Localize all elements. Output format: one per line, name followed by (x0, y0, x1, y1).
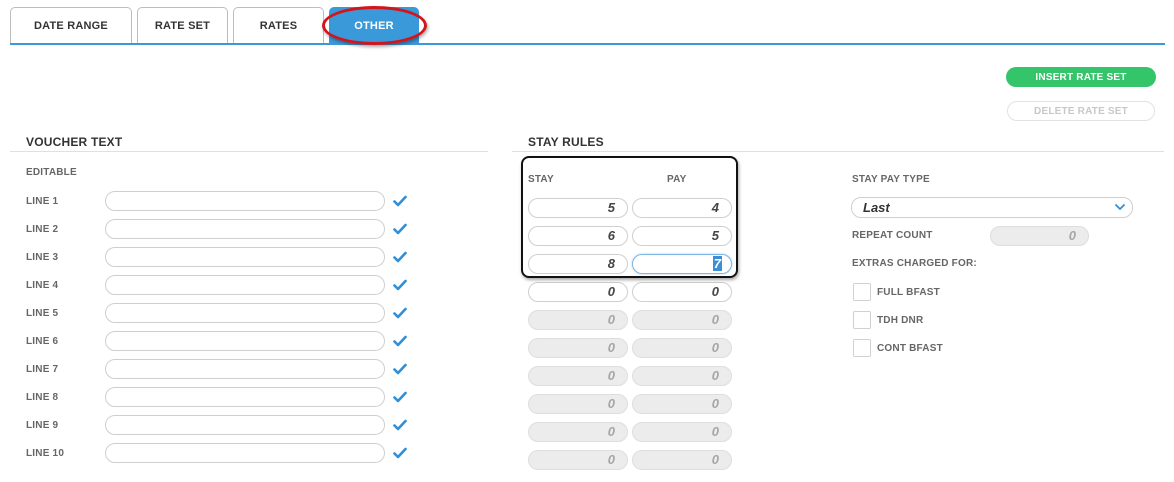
check-icon (393, 363, 407, 375)
extras-checkbox[interactable] (853, 283, 871, 301)
tab-date-range[interactable]: DATE RANGE (10, 7, 132, 44)
voucher-line-editable-checkbox[interactable] (392, 249, 408, 265)
pay-input[interactable]: 0 (632, 422, 732, 442)
pay-input[interactable]: 0 (632, 310, 732, 330)
tab-rates[interactable]: RATES (233, 7, 324, 44)
voucher-line-input[interactable] (105, 359, 385, 379)
voucher-line-editable-checkbox[interactable] (392, 193, 408, 209)
voucher-line-label: LINE 10 (26, 448, 65, 459)
delete-rate-set-button[interactable]: DELETE RATE SET (1007, 101, 1155, 121)
voucher-line-input[interactable] (105, 191, 385, 211)
extras-label: TDH DNR (877, 315, 924, 326)
stay-input[interactable]: 0 (528, 422, 628, 442)
stay-input[interactable]: 0 (528, 394, 628, 414)
voucher-line-label: LINE 3 (26, 252, 59, 263)
pay-input[interactable]: 0 (632, 366, 732, 386)
check-icon (393, 251, 407, 263)
repeat-count-label: REPEAT COUNT (852, 230, 933, 241)
check-icon (393, 391, 407, 403)
stay-rules-title: STAY RULES (528, 135, 604, 149)
voucher-line-label: LINE 8 (26, 392, 59, 403)
stay-input[interactable]: 8 (528, 254, 628, 274)
check-icon (393, 307, 407, 319)
stay-pay-type-value: Last (863, 200, 890, 215)
stay-input[interactable]: 0 (528, 450, 628, 470)
voucher-line-label: LINE 9 (26, 420, 59, 431)
pay-input[interactable]: 0 (632, 282, 732, 302)
voucher-line-input[interactable] (105, 443, 385, 463)
pay-input[interactable]: 0 (632, 338, 732, 358)
stay-input[interactable]: 5 (528, 198, 628, 218)
voucher-line-label: LINE 2 (26, 224, 59, 235)
repeat-count-input[interactable]: 0 (990, 226, 1089, 246)
extras-label: FULL BFAST (877, 287, 940, 298)
voucher-line-editable-checkbox[interactable] (392, 333, 408, 349)
voucher-line-editable-checkbox[interactable] (392, 277, 408, 293)
check-icon (393, 447, 407, 459)
tab-rate-set[interactable]: RATE SET (137, 7, 228, 44)
insert-rate-set-button[interactable]: INSERT RATE SET (1006, 67, 1156, 87)
voucher-line-editable-checkbox[interactable] (392, 445, 408, 461)
stay-input[interactable]: 0 (528, 282, 628, 302)
stay-pay-type-label: STAY PAY TYPE (852, 174, 930, 185)
stay-column-header: STAY (528, 174, 554, 185)
stay-input[interactable]: 6 (528, 226, 628, 246)
stay-input[interactable]: 0 (528, 338, 628, 358)
check-icon (393, 335, 407, 347)
stay-input[interactable]: 0 (528, 366, 628, 386)
voucher-line-editable-checkbox[interactable] (392, 221, 408, 237)
voucher-line-label: LINE 4 (26, 280, 59, 291)
tab-other[interactable]: OTHER (329, 7, 419, 44)
extras-charged-label: EXTRAS CHARGED FOR: (852, 258, 977, 269)
pay-input[interactable]: 5 (632, 226, 732, 246)
tab-bar: DATE RANGE RATE SET RATES OTHER (0, 0, 1174, 45)
stay-input[interactable]: 0 (528, 310, 628, 330)
check-icon (393, 279, 407, 291)
voucher-line-input[interactable] (105, 275, 385, 295)
voucher-line-editable-checkbox[interactable] (392, 361, 408, 377)
voucher-line-editable-checkbox[interactable] (392, 305, 408, 321)
voucher-line-editable-checkbox[interactable] (392, 417, 408, 433)
check-icon (393, 223, 407, 235)
voucher-line-input[interactable] (105, 415, 385, 435)
voucher-line-label: LINE 1 (26, 196, 59, 207)
pay-input[interactable]: 4 (632, 198, 732, 218)
check-icon (393, 195, 407, 207)
voucher-line-input[interactable] (105, 303, 385, 323)
stay-rules-divider (512, 151, 1164, 152)
extras-checkbox[interactable] (853, 339, 871, 357)
voucher-line-input[interactable] (105, 331, 385, 351)
voucher-line-label: LINE 7 (26, 364, 59, 375)
selected-text: 7 (712, 256, 722, 271)
pay-input[interactable]: 0 (632, 450, 732, 470)
voucher-line-input[interactable] (105, 387, 385, 407)
voucher-line-editable-checkbox[interactable] (392, 389, 408, 405)
editable-label: EDITABLE (26, 167, 77, 178)
extras-label: CONT BFAST (877, 343, 943, 354)
voucher-divider (10, 151, 488, 152)
pay-column-header: PAY (667, 174, 687, 185)
extras-checkbox[interactable] (853, 311, 871, 329)
chevron-down-icon (1115, 204, 1125, 210)
stay-pay-type-select[interactable]: Last (851, 197, 1133, 218)
voucher-line-label: LINE 5 (26, 308, 59, 319)
pay-input[interactable]: 0 (632, 394, 732, 414)
voucher-line-label: LINE 6 (26, 336, 59, 347)
pay-input[interactable]: 7 (632, 254, 732, 274)
voucher-text-title: VOUCHER TEXT (26, 135, 123, 149)
voucher-line-input[interactable] (105, 247, 385, 267)
tab-underline (10, 43, 1165, 45)
check-icon (393, 419, 407, 431)
voucher-line-input[interactable] (105, 219, 385, 239)
